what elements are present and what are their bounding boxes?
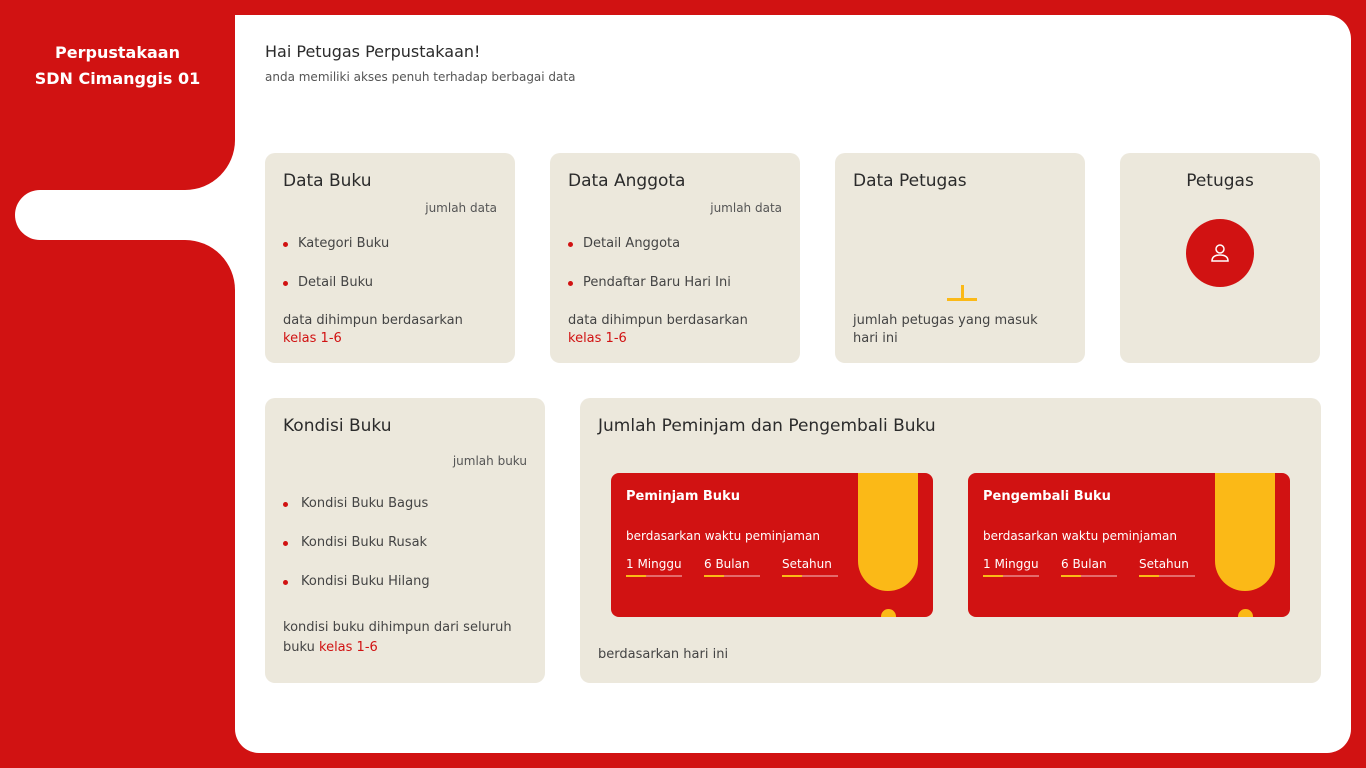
card-note: data dihimpun berdasarkan kelas 1-6 [568, 312, 748, 348]
card-list: Detail Anggota Pendaftar Baru Hari Ini [568, 236, 731, 314]
note-highlight: kelas 1-6 [568, 331, 627, 346]
card-title: Petugas [1186, 171, 1254, 191]
list-item-detail-anggota[interactable]: Detail Anggota [568, 236, 731, 275]
list-item-kondisi-rusak[interactable]: Kondisi Buku Rusak [283, 535, 430, 574]
note-highlight: kelas 1-6 [319, 640, 378, 655]
period-bar [782, 575, 838, 577]
note-text-2: buku [283, 640, 315, 655]
brand: Perpustakaan SDN Cimanggis 01 [0, 40, 235, 92]
card-title: Jumlah Peminjam dan Pengembali Buku [598, 416, 936, 436]
card-data-petugas[interactable]: Data Petugas jumlah petugas yang masuk h… [835, 153, 1085, 363]
sidebar: Perpustakaan SDN Cimanggis 01 [0, 0, 245, 768]
active-tab-curve-bottom [185, 240, 235, 290]
note-highlight: kelas 1-6 [283, 331, 342, 346]
period-bar [983, 575, 1039, 577]
dot-decoration [881, 609, 896, 617]
period-bar [1139, 575, 1195, 577]
period-label: 1 Minggu [983, 557, 1039, 571]
list-item-kondisi-hilang[interactable]: Kondisi Buku Hilang [283, 574, 430, 613]
active-tab-curve-top [185, 140, 235, 190]
sidebar-item-dashboard[interactable] [15, 190, 245, 240]
period-setahun[interactable]: Setahun [1139, 557, 1195, 577]
period-6-bulan[interactable]: 6 Bulan [704, 557, 760, 577]
peminjam-subtitle: berdasarkan waktu peminjaman [626, 529, 820, 543]
note-text: data dihimpun berdasarkan [568, 313, 748, 328]
period-1-minggu[interactable]: 1 Minggu [983, 557, 1039, 577]
card-title: Data Buku [283, 171, 372, 191]
card-note: data dihimpun berdasarkan kelas 1-6 [283, 312, 463, 348]
card-meta: jumlah data [425, 201, 497, 215]
card-title: Data Anggota [568, 171, 686, 191]
card-meta: jumlah buku [452, 454, 527, 468]
period-bar [704, 575, 760, 577]
main-panel: Hai Petugas Perpustakaan! anda memiliki … [235, 15, 1351, 753]
page-title: Hai Petugas Perpustakaan! [265, 42, 481, 61]
card-petugas[interactable]: Petugas [1120, 153, 1320, 363]
list-item-kategori-buku[interactable]: Kategori Buku [283, 236, 389, 275]
card-data-anggota[interactable]: Data Anggota jumlah data Detail Anggota … [550, 153, 800, 363]
period-bar [1061, 575, 1117, 577]
period-1-minggu[interactable]: 1 Minggu [626, 557, 682, 577]
card-title: Kondisi Buku [283, 416, 392, 436]
period-label: 1 Minggu [626, 557, 682, 571]
period-bar [626, 575, 682, 577]
note-text: kondisi buku dihimpun dari seluruh [283, 620, 512, 635]
pengembali-title: Pengembali Buku [983, 489, 1111, 504]
note-text: data dihimpun berdasarkan [283, 313, 463, 328]
note-text-2: hari ini [853, 331, 898, 346]
list-item-detail-buku[interactable]: Detail Buku [283, 275, 389, 314]
period-label: Setahun [782, 557, 832, 571]
list-item-kondisi-bagus[interactable]: Kondisi Buku Bagus [283, 496, 430, 535]
period-label: 6 Bulan [1061, 557, 1107, 571]
page-subtitle: anda memiliki akses penuh terhadap berba… [265, 70, 576, 84]
card-title: Data Petugas [853, 171, 967, 191]
list-item-pendaftar-baru[interactable]: Pendaftar Baru Hari Ini [568, 275, 731, 314]
card-note: kondisi buku dihimpun dari seluruh buku … [283, 618, 512, 658]
card-jumlah-peminjam-pengembali: Jumlah Peminjam dan Pengembali Buku Pemi… [580, 398, 1321, 683]
period-label: 6 Bulan [704, 557, 750, 571]
card-data-buku[interactable]: Data Buku jumlah data Kategori Buku Deta… [265, 153, 515, 363]
card-list: Kondisi Buku Bagus Kondisi Buku Rusak Ko… [283, 496, 430, 613]
period-setahun[interactable]: Setahun [782, 557, 838, 577]
card-footer-note: berdasarkan hari ini [598, 647, 729, 662]
pengembali-subtitle: berdasarkan waktu peminjaman [983, 529, 1177, 543]
card-note: jumlah petugas yang masuk hari ini [853, 312, 1038, 348]
brand-line-2: SDN Cimanggis 01 [34, 69, 201, 88]
peminjam-title: Peminjam Buku [626, 489, 740, 504]
card-meta: jumlah data [710, 201, 782, 215]
period-6-bulan[interactable]: 6 Bulan [1061, 557, 1117, 577]
pill-decoration [858, 473, 918, 591]
value-marker [947, 285, 977, 301]
pill-decoration [1215, 473, 1275, 591]
card-kondisi-buku[interactable]: Kondisi Buku jumlah buku Kondisi Buku Ba… [265, 398, 545, 683]
card-list: Kategori Buku Detail Buku [283, 236, 389, 314]
user-icon[interactable] [1186, 219, 1254, 287]
period-label: Setahun [1139, 557, 1189, 571]
pengembali-box[interactable]: Pengembali Buku berdasarkan waktu peminj… [968, 473, 1290, 617]
dot-decoration [1238, 609, 1253, 617]
peminjam-box[interactable]: Peminjam Buku berdasarkan waktu peminjam… [611, 473, 933, 617]
brand-line-1: Perpustakaan [55, 43, 180, 62]
note-text: jumlah petugas yang masuk [853, 313, 1038, 328]
